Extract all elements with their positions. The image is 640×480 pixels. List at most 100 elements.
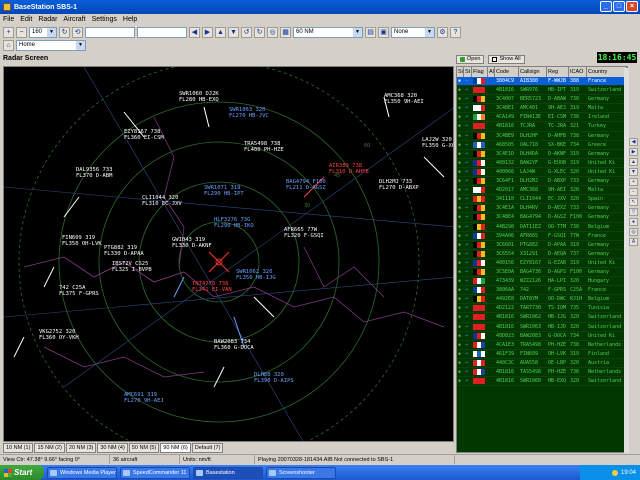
table-row[interactable]: ▪ ➔ 3C6601 PTG882 D-APAA 319 Germany xyxy=(457,241,627,250)
arrow-down-icon[interactable]: ▼ xyxy=(629,168,638,176)
table-row[interactable]: ▪ ➔ 3C5E0A BAG4736 D-AGPS F100 Germany xyxy=(457,268,627,278)
aircraft-label[interactable]: SWR1062 320 FL350 HB-IJG xyxy=(236,269,276,281)
tray-icon[interactable] xyxy=(611,469,618,476)
aircraft-label[interactable]: AFR665 77W FL320 F-GSQI xyxy=(284,227,324,239)
filter-input[interactable] xyxy=(85,26,135,38)
aircraft-label[interactable]: 742 C25A FL375 F-GPRS xyxy=(59,285,99,297)
table-row[interactable]: ▪ ➔ 3804C9 AIB380 F-WWJB 388 France xyxy=(457,77,627,87)
aircraft-label[interactable]: HLF3276 73G FL290 HB-IKO xyxy=(214,217,254,229)
aircraft-label[interactable]: FIN609 319 FL350 OH-LVK xyxy=(62,235,102,247)
menu-radar[interactable]: Radar xyxy=(38,16,57,23)
menu-settings[interactable]: Settings xyxy=(92,16,117,23)
target-icon[interactable]: ◎ xyxy=(629,228,638,236)
aircraft-label[interactable]: SWR1060 DJ2K FL280 HB-EXQ xyxy=(179,91,219,103)
location-select[interactable]: Home ▼ xyxy=(16,40,86,51)
aircraft-label[interactable]: DLH2MJ 733 FL270 D-ABXP xyxy=(379,179,419,191)
aircraft-table[interactable]: Si St Flag Alt Code Callsign Reg ICAO Co… xyxy=(456,66,628,453)
col-si[interactable]: Si xyxy=(457,67,464,77)
tab-10nm[interactable]: 10 NM (1) xyxy=(3,443,34,453)
menu-edit[interactable]: Edit xyxy=(20,16,32,23)
zoom-out-icon[interactable]: − xyxy=(16,26,27,38)
table-row[interactable]: ▪ ➔ 4CA149 FIN413E EI-CSM 738 Ireland xyxy=(457,113,627,123)
aircraft-label[interactable]: LAJ2W 320 FL350 G-XC xyxy=(422,137,453,149)
aircraft-label[interactable]: BAW2083 734 FL360 G-DOCA xyxy=(214,339,254,351)
aircraft-label[interactable]: GWI043 319 FL330 D-AKNF xyxy=(172,237,212,249)
range-select[interactable]: 60 NM ▼ xyxy=(293,26,363,38)
show-all-button[interactable]: Show All xyxy=(488,54,525,64)
minimize-button[interactable]: _ xyxy=(600,1,612,12)
menu-file[interactable]: File xyxy=(3,16,14,23)
pin-icon[interactable]: ● xyxy=(629,218,638,226)
map-icon[interactable]: ▣ xyxy=(378,26,389,38)
help-icon[interactable]: ? xyxy=(450,26,461,38)
arrow-down-icon[interactable]: ▼ xyxy=(228,26,239,38)
table-row[interactable]: ▪ ➔ 4B1816 SWR1060 HB-EXQ 320 Switzerland xyxy=(457,377,627,387)
zoom-in-icon[interactable]: + xyxy=(3,26,14,38)
table-row[interactable]: ▪ ➔ 468505 OAL718 SX-BKE 734 Greece xyxy=(457,141,627,150)
arrow-left-icon[interactable]: ◀ xyxy=(629,138,638,146)
tab-50nm[interactable]: 50 NM (5) xyxy=(128,443,160,453)
table-row[interactable]: ▪ ➔ 3C4E1A DLH4RV D-AEXZ 733 Germany xyxy=(457,204,627,214)
menu-help[interactable]: Help xyxy=(123,16,137,23)
col-callsign[interactable]: Callsign xyxy=(519,67,547,77)
tab-default[interactable]: Default (7) xyxy=(191,443,224,453)
aircraft-label[interactable]: TRA5498 738 FL400 PH-HZE xyxy=(244,141,284,153)
radar-screen[interactable]: 60 45 30 SWR1060 DJ2K FL280 HB-EXQ SWR10… xyxy=(3,66,454,442)
aircraft-label[interactable]: VKG2752 320 FL360 OY-VKH xyxy=(39,329,79,341)
aircraft-label[interactable]: TNT4778 738 FL341 EI-VAN xyxy=(192,281,232,293)
table-row[interactable]: ▪ ➔ 44B298 DAT11EZ OO-TTM 738 Belgium xyxy=(457,223,627,232)
tab-30nm[interactable]: 30 NM (4) xyxy=(97,443,128,453)
aircraft-label[interactable]: AMC368 320 FL350 9H-AEI xyxy=(384,93,424,105)
taskbar-item[interactable]: Windows Media Player xyxy=(47,466,117,479)
table-row[interactable]: ▪ ➔ 4B1816 TAS5498 PH-HZE 738 Netherlands xyxy=(457,368,627,378)
refresh-icon[interactable]: ↻ xyxy=(59,26,70,38)
col-alt[interactable]: Alt xyxy=(488,67,495,77)
table-row[interactable]: ▪ ➔ 4CA1E3 TRA5498 PH-HZE 738 Netherlands xyxy=(457,341,627,350)
aircraft-label[interactable]: BAG4794 F100 FL211 D-AGSZ xyxy=(286,179,326,191)
table-row[interactable]: ▪ ➔ 3C64F1 DLH2MJ D-ABXP 733 Germany xyxy=(457,177,627,187)
zoom-select[interactable]: 160 ▼ xyxy=(29,26,57,38)
table-row[interactable]: ▪ ➔ 461F39 FIN609 OH-LVK 319 Finland xyxy=(457,350,627,359)
table-row[interactable]: ▪ ➔ 3C4007 BER5723 D-ABAW 738 Germany xyxy=(457,95,627,105)
col-flag[interactable]: Flag xyxy=(472,67,488,77)
aircraft-label[interactable]: DAL9356 733 FL370 D-ABM xyxy=(76,167,112,179)
col-reg[interactable]: Reg xyxy=(547,67,569,77)
aircraft-label[interactable]: SWR1071 319 FL290 HB-IPT xyxy=(204,185,244,197)
table-row[interactable]: ▪ ➔ 3C4BE1 AMC401 9H-AEJ 319 Malta xyxy=(457,104,627,114)
taskbar-item[interactable]: SpeedCommander 11 xyxy=(120,466,190,479)
arrow-left-icon[interactable]: ◀ xyxy=(189,26,200,38)
aircraft-label[interactable]: IBS72V CS25 FL325 I-BVPB xyxy=(112,261,152,273)
table-row[interactable]: ▪ ➔ 3C4BE9 DLH2HF D-AHFB 738 Germany xyxy=(457,132,627,141)
table-row[interactable]: ▪ ➔ 341110 CLI1044 EC-JXV 320 Spain xyxy=(457,195,627,205)
table-row[interactable]: ▪ ➔ 4B1816 SWR1062 HB-IJG 320 Switzerland xyxy=(457,313,627,323)
arrow-right-icon[interactable]: ▶ xyxy=(629,148,638,156)
grid-icon[interactable]: ▦ xyxy=(280,26,291,38)
aircraft-label[interactable]: AIR389 738 FL310 D-AHFB xyxy=(329,163,369,175)
rotate-left-icon[interactable]: ↺ xyxy=(241,26,252,38)
col-code[interactable]: Code xyxy=(495,67,519,77)
layers-icon[interactable]: ▤ xyxy=(365,26,376,38)
taskbar-item[interactable]: Basestation xyxy=(193,466,263,479)
zoom-out-icon[interactable]: − xyxy=(629,188,638,196)
tab-15nm[interactable]: 15 NM (2) xyxy=(34,443,65,453)
home-icon[interactable]: ⌂ xyxy=(3,40,14,51)
start-button[interactable]: Start xyxy=(0,465,44,480)
col-st[interactable]: St xyxy=(464,67,472,77)
zoom-in-icon[interactable]: + xyxy=(629,178,638,186)
center-icon[interactable]: ◎ xyxy=(267,26,278,38)
arrow-right-icon[interactable]: ▶ xyxy=(202,26,213,38)
table-row[interactable]: ▪ ➔ 3C4BE4 BAG4794 D-AGSZ F100 Germany xyxy=(457,213,627,223)
filter-icon[interactable]: ▽ xyxy=(629,208,638,216)
col-icao[interactable]: ICAO xyxy=(569,67,587,77)
table-row[interactable]: ▪ ➔ 400132 BAW2YF G-EUOB 319 United Ki xyxy=(457,159,627,168)
label-icon[interactable]: A xyxy=(629,238,638,246)
open-button[interactable]: Open xyxy=(456,54,485,64)
table-row[interactable]: ▪ ➔ 4D2122 TAR7730 TS-IOM 735 Tunisia xyxy=(457,304,627,314)
search-input[interactable] xyxy=(137,26,187,38)
table-row[interactable]: ▪ ➔ 400066 LAJ4W G-XLEC 320 United Ki xyxy=(457,168,627,178)
tab-20nm[interactable]: 20 NM (3) xyxy=(65,443,97,453)
table-row[interactable]: ▪ ➔ 473439 WZZ2126 HA-LPI 320 Hungary xyxy=(457,277,627,287)
table-row[interactable]: ▪ ➔ 3C6554 X31291 D-AEQA 737 Germany xyxy=(457,250,627,259)
table-row[interactable]: ▪ ➔ 4B1816 SWR976 HB-IPT 319 Switzerland xyxy=(457,86,627,96)
rotate-right-icon[interactable]: ↻ xyxy=(254,26,265,38)
